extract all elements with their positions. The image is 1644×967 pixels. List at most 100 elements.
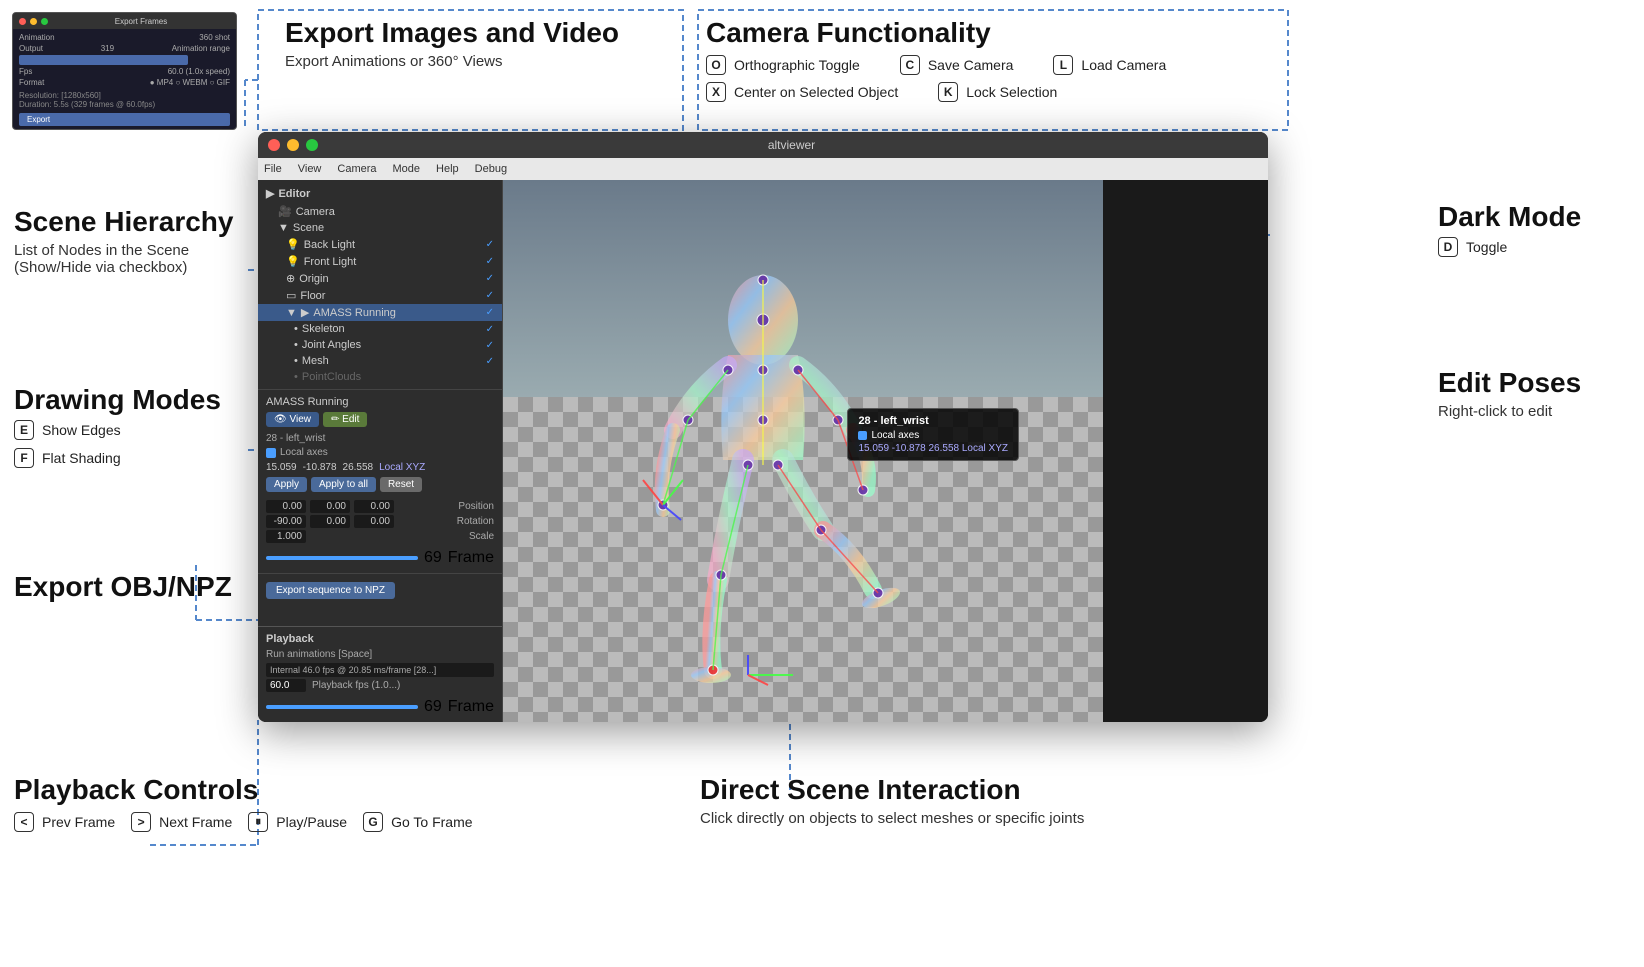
- playback-play: ⏸ Play/Pause: [248, 812, 347, 832]
- menu-file[interactable]: File: [264, 163, 282, 175]
- tree-mesh[interactable]: • Mesh ✓: [258, 353, 502, 369]
- reset-button[interactable]: Reset: [380, 477, 422, 492]
- tooltip-title: 28 - left_wrist: [858, 415, 1008, 427]
- maximize-button[interactable]: [306, 139, 318, 151]
- rot-y: 0.00: [310, 515, 350, 528]
- tooltip-axes-label: Local axes: [871, 430, 919, 441]
- playback-frame-value: 69: [424, 698, 442, 716]
- menu-view[interactable]: View: [298, 163, 322, 175]
- key-k: K: [938, 82, 958, 102]
- tree-joint-angles[interactable]: • Joint Angles ✓: [258, 337, 502, 353]
- frame-slider[interactable]: [266, 556, 418, 560]
- frame-value: 69: [424, 549, 442, 567]
- backlight-label: Back Light: [304, 239, 355, 251]
- coords-label: Local XYZ: [379, 462, 425, 473]
- export-npz-button[interactable]: Export sequence to NPZ: [266, 582, 395, 599]
- close-button[interactable]: [268, 139, 280, 151]
- viewport[interactable]: 28 - left_wrist Local axes 15.059 -10.87…: [503, 180, 1103, 722]
- playback-frame-slider[interactable]: [266, 705, 418, 709]
- playback-frame-row: 69 Frame: [266, 698, 494, 716]
- drawing-modes-section: Drawing Modes E Show Edges F Flat Shadin…: [14, 385, 221, 472]
- playback-goto: G Go To Frame: [363, 812, 472, 832]
- app-window: altviewer File View Camera Mode Help Deb…: [258, 132, 1268, 722]
- dark-mode-item: D Toggle: [1438, 237, 1628, 257]
- key-l: L: [1053, 55, 1073, 75]
- apply-all-button[interactable]: Apply to all: [311, 477, 376, 492]
- tree-skeleton[interactable]: • Skeleton ✓: [258, 321, 502, 337]
- local-axes-checkbox[interactable]: [266, 448, 276, 458]
- camera-item-load: L Load Camera: [1053, 55, 1166, 75]
- minimize-button[interactable]: [287, 139, 299, 151]
- tab-view-label: View: [289, 414, 311, 425]
- skeleton-label: Skeleton: [302, 323, 345, 335]
- tab-edit-label: Edit: [342, 414, 359, 425]
- fps-bar: Internal 46.0 fps @ 20.85 ms/frame [28..…: [266, 663, 494, 677]
- apply-button[interactable]: Apply: [266, 477, 307, 492]
- rot-x: -90.00: [266, 515, 306, 528]
- scene-item[interactable]: ▼ Scene: [258, 220, 502, 236]
- export-thumbnail: Export Frames Animation360 shot Output31…: [12, 12, 237, 130]
- scene-hierarchy-detail: (Show/Hide via checkbox): [14, 259, 233, 276]
- tree-backlight[interactable]: 💡 Back Light ✓: [258, 236, 502, 253]
- scale-row: 1.000 Scale: [266, 530, 494, 543]
- pos-x: 0.00: [266, 500, 306, 513]
- export-images-title: Export Images and Video: [285, 18, 619, 49]
- thumb-export-btn[interactable]: Export: [19, 113, 230, 126]
- drawing-flat-label: Flat Shading: [42, 450, 121, 466]
- scale-val: 1.000: [266, 530, 306, 543]
- export-images-section: Export Images and Video Export Animation…: [285, 18, 619, 70]
- right-panel: [1103, 180, 1268, 722]
- tab-edit[interactable]: ✏ Edit: [323, 412, 367, 427]
- direct-scene-subtitle: Click directly on objects to select mesh…: [700, 810, 1084, 827]
- drawing-modes-title: Drawing Modes: [14, 385, 221, 416]
- tree-amass[interactable]: ▼ ▶ AMASS Running ✓: [258, 304, 502, 321]
- tooltip-axes-row: Local axes: [858, 430, 1008, 441]
- key-prev: <: [14, 812, 34, 832]
- node-panel: AMASS Running 👁 View ✏ Edit 28 - left_wr…: [258, 389, 502, 573]
- camera-tree-label: Camera: [296, 206, 335, 218]
- edit-poses-section: Edit Poses Right-click to edit: [1438, 368, 1628, 420]
- tree-frontlight[interactable]: 💡 Front Light ✓: [258, 253, 502, 270]
- edit-poses-title: Edit Poses: [1438, 368, 1628, 399]
- camera-item-center: X Center on Selected Object: [706, 82, 898, 102]
- tree-pointclouds[interactable]: • PointClouds: [258, 369, 502, 385]
- frame-label: Frame: [448, 549, 494, 567]
- edit-poses-subtitle: Right-click to edit: [1438, 403, 1628, 420]
- camera-item-lock: K Lock Selection: [938, 82, 1057, 102]
- menu-camera[interactable]: Camera: [337, 163, 376, 175]
- key-next: >: [131, 812, 151, 832]
- editor-label: Editor: [278, 188, 310, 200]
- drawing-edges-label: Show Edges: [42, 422, 121, 438]
- key-play: ⏸: [248, 812, 268, 832]
- thumb-title-text: Export Frames: [52, 17, 230, 26]
- playback-fps-value[interactable]: 60.0: [266, 679, 306, 692]
- tooltip-coords: 15.059 -10.878 26.558 Local XYZ: [858, 443, 1008, 454]
- playback-play-label: Play/Pause: [276, 814, 347, 830]
- scene-hierarchy-subtitle: List of Nodes in the Scene: [14, 242, 233, 259]
- dark-mode-section: Dark Mode D Toggle: [1438, 202, 1628, 261]
- node-tabs: 👁 View ✏ Edit: [266, 412, 494, 427]
- dark-mode-toggle-label: Toggle: [1466, 239, 1507, 255]
- tree-floor[interactable]: ▭ Floor ✓: [258, 287, 502, 304]
- key-g: G: [363, 812, 383, 832]
- scale-label: Scale: [469, 531, 494, 542]
- tree-origin[interactable]: ⊕ Origin ✓: [258, 270, 502, 287]
- coords-row: 15.059 -10.878 26.558 Local XYZ: [266, 462, 494, 473]
- menu-debug[interactable]: Debug: [475, 163, 507, 175]
- scene-hierarchy-title: Scene Hierarchy: [14, 207, 233, 238]
- window-title: altviewer: [325, 138, 1258, 152]
- menu-mode[interactable]: Mode: [393, 163, 421, 175]
- tab-view[interactable]: 👁 View: [266, 412, 319, 427]
- camera-item[interactable]: 🎥 Camera: [258, 203, 502, 220]
- key-d: D: [1438, 237, 1458, 257]
- camera-item-save: C Save Camera: [900, 55, 1014, 75]
- menu-help[interactable]: Help: [436, 163, 459, 175]
- playback-goto-label: Go To Frame: [391, 814, 472, 830]
- export-npz-row: Export sequence to NPZ: [258, 573, 502, 605]
- scene-tree-label: Scene: [293, 222, 324, 234]
- pointclouds-label: PointClouds: [302, 371, 361, 383]
- playback-run-label: Run animations [Space]: [266, 649, 494, 660]
- editor-section: ▶ Editor 🎥 Camera ▼ Scene 💡: [258, 180, 502, 389]
- playback-section: Playback Controls < Prev Frame > Next Fr…: [14, 775, 473, 836]
- tooltip-checkbox: [858, 431, 867, 440]
